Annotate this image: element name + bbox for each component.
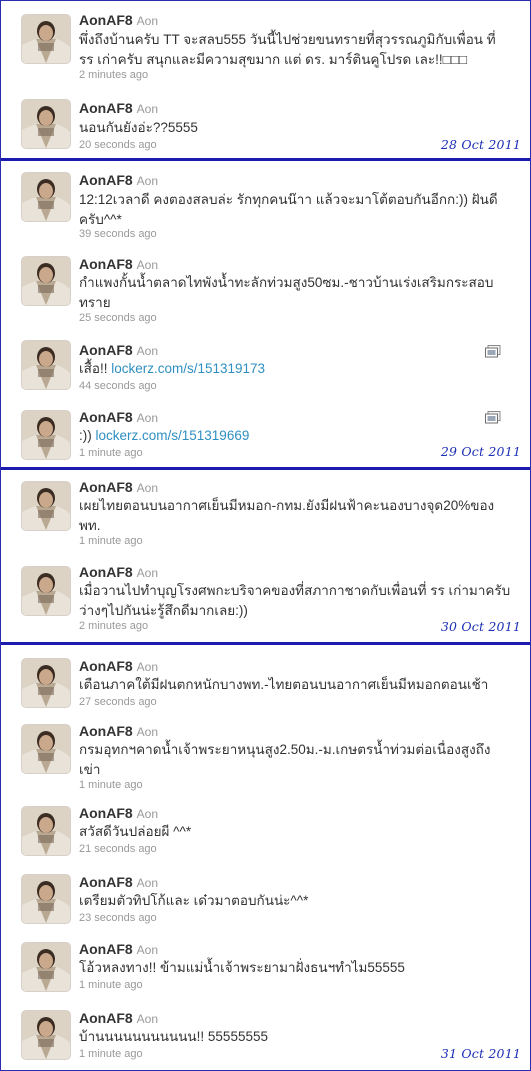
tweet-group-28-oct: AonAF8 Aon พึ่งถึงบ้านครับ TT จะสลบ555 วั…: [1, 1, 530, 157]
timestamp-link[interactable]: 20 seconds ago: [79, 139, 157, 151]
tweet-text: บ้านนนนนนนนนนน!! 55555555: [79, 1029, 268, 1044]
username[interactable]: AonAF8 Aon: [79, 564, 158, 580]
tweet-text: :)) lockerz.com/s/151319669: [79, 428, 250, 443]
timestamp-link[interactable]: 27 seconds ago: [79, 696, 157, 708]
username[interactable]: AonAF8 Aon: [79, 874, 158, 890]
timestamp-link[interactable]: 39 seconds ago: [79, 228, 157, 240]
tweet-group-31-oct: AonAF8 Aon เตือนภาคใต้มีฝนตกหนักบางพท.-ไท…: [1, 645, 530, 1070]
date-stamp: 28 Oct 2011: [440, 137, 521, 152]
avatar[interactable]: [22, 659, 70, 707]
display-name: Aon: [136, 102, 159, 116]
photo-icon[interactable]: [485, 345, 501, 358]
date-stamp: 30 Oct 2011: [440, 619, 521, 634]
timestamp-link[interactable]: 1 minute ago: [79, 979, 143, 991]
display-name: Aon: [136, 807, 159, 821]
avatar[interactable]: [22, 725, 70, 773]
display-name: Aon: [136, 943, 159, 957]
timestamp-link[interactable]: 1 minute ago: [79, 779, 143, 791]
avatar[interactable]: [22, 1011, 70, 1059]
date-stamp: 29 Oct 2011: [440, 444, 521, 459]
username[interactable]: AonAF8 Aon: [79, 805, 158, 821]
tweet-group-29-oct: AonAF8 Aon 12:12เวลาดี คงตองสลบล่ะ รักทุก…: [1, 161, 530, 467]
tweet-link[interactable]: lockerz.com/s/151319173: [111, 361, 265, 376]
date-stamp: 31 Oct 2011: [440, 1046, 521, 1061]
tweet-collage: AonAF8 Aon พึ่งถึงบ้านครับ TT จะสลบ555 วั…: [0, 0, 531, 1071]
tweet-text: นอนกันยังอ่ะ??5555: [79, 120, 198, 135]
tweet-text: เสื้อ!! lockerz.com/s/151319173: [79, 361, 266, 376]
avatar[interactable]: [22, 100, 70, 148]
display-name: Aon: [136, 344, 159, 358]
timestamp-link[interactable]: 2 minutes ago: [79, 69, 148, 81]
display-name: Aon: [136, 660, 159, 674]
timestamp-link[interactable]: 25 seconds ago: [79, 312, 157, 324]
timestamp-link[interactable]: 23 seconds ago: [79, 912, 157, 924]
avatar[interactable]: [22, 15, 70, 63]
tweet-text: เผยไทยตอนบนอากาศเย็นมีหมอก-กทม.ยังมีฝนฟ้…: [79, 498, 495, 533]
username[interactable]: AonAF8 Aon: [79, 941, 158, 957]
tweet-text: เตือนภาคใต้มีฝนตกหนักบางพท.-ไทยตอนบนอากา…: [79, 677, 489, 692]
tweet-text: โอ้วหลงทาง!! ข้ามแม่น้ำเจ้าพระยามาฝั่งธน…: [79, 960, 405, 975]
display-name: Aon: [136, 411, 159, 425]
username[interactable]: AonAF8 Aon: [79, 409, 158, 425]
timestamp-link[interactable]: 2 minutes ago: [79, 620, 148, 632]
avatar[interactable]: [22, 807, 70, 855]
timestamp-link[interactable]: 1 minute ago: [79, 447, 143, 459]
tweet-text: กรมอุทกฯคาดน้ำเจ้าพระยาหนุนสูง2.50ม.-ม.เ…: [79, 742, 491, 777]
username[interactable]: AonAF8 Aon: [79, 12, 158, 28]
display-name: Aon: [136, 1012, 159, 1026]
avatar[interactable]: [22, 567, 70, 615]
timestamp-link[interactable]: 1 minute ago: [79, 1048, 143, 1060]
avatar[interactable]: [22, 341, 70, 389]
username[interactable]: AonAF8 Aon: [79, 723, 158, 739]
display-name: Aon: [136, 174, 159, 188]
avatar[interactable]: [22, 411, 70, 459]
timestamp-link[interactable]: 1 minute ago: [79, 535, 143, 547]
tweet-text: กำแพงกั้นน้ำตลาดไทพังน้ำทะลักท่วมสูง50ซม…: [79, 275, 494, 310]
tweet-text: 12:12เวลาดี คงตองสลบล่ะ รักทุกคนน๊าา แล้…: [79, 192, 498, 227]
tweet-text: เมื่อวานไปทำบุญโรงศพกะบริจาคของที่สภากาช…: [79, 583, 511, 618]
avatar[interactable]: [22, 943, 70, 991]
username[interactable]: AonAF8 Aon: [79, 256, 158, 272]
avatar[interactable]: [22, 875, 70, 923]
timestamp-link[interactable]: 21 seconds ago: [79, 843, 157, 855]
tweet-link[interactable]: lockerz.com/s/151319669: [96, 428, 250, 443]
avatar[interactable]: [22, 257, 70, 305]
display-name: Aon: [136, 481, 159, 495]
avatar[interactable]: [22, 173, 70, 221]
username[interactable]: AonAF8 Aon: [79, 658, 158, 674]
photo-icon[interactable]: [485, 411, 501, 424]
display-name: Aon: [136, 876, 159, 890]
tweet-text: สวัสดีวันปล่อยผี ^^*: [79, 824, 192, 839]
display-name: Aon: [136, 258, 159, 272]
display-name: Aon: [136, 566, 159, 580]
username[interactable]: AonAF8 Aon: [79, 172, 158, 188]
username[interactable]: AonAF8 Aon: [79, 100, 158, 116]
username[interactable]: AonAF8 Aon: [79, 479, 158, 495]
tweet-text: พึ่งถึงบ้านครับ TT จะสลบ555 วันนี้ไปช่วย…: [79, 32, 496, 67]
tweet-group-30-oct: AonAF8 Aon เผยไทยตอนบนอากาศเย็นมีหมอก-กทม…: [1, 470, 530, 642]
avatar[interactable]: [22, 482, 70, 530]
display-name: Aon: [136, 14, 159, 28]
username[interactable]: AonAF8 Aon: [79, 342, 158, 358]
username[interactable]: AonAF8 Aon: [79, 1010, 158, 1026]
display-name: Aon: [136, 725, 159, 739]
tweet-text: เตรียมตัวทิปโก้และ เด๋วมาตอบกันน่ะ^^*: [79, 893, 309, 908]
timestamp-link[interactable]: 44 seconds ago: [79, 380, 157, 392]
